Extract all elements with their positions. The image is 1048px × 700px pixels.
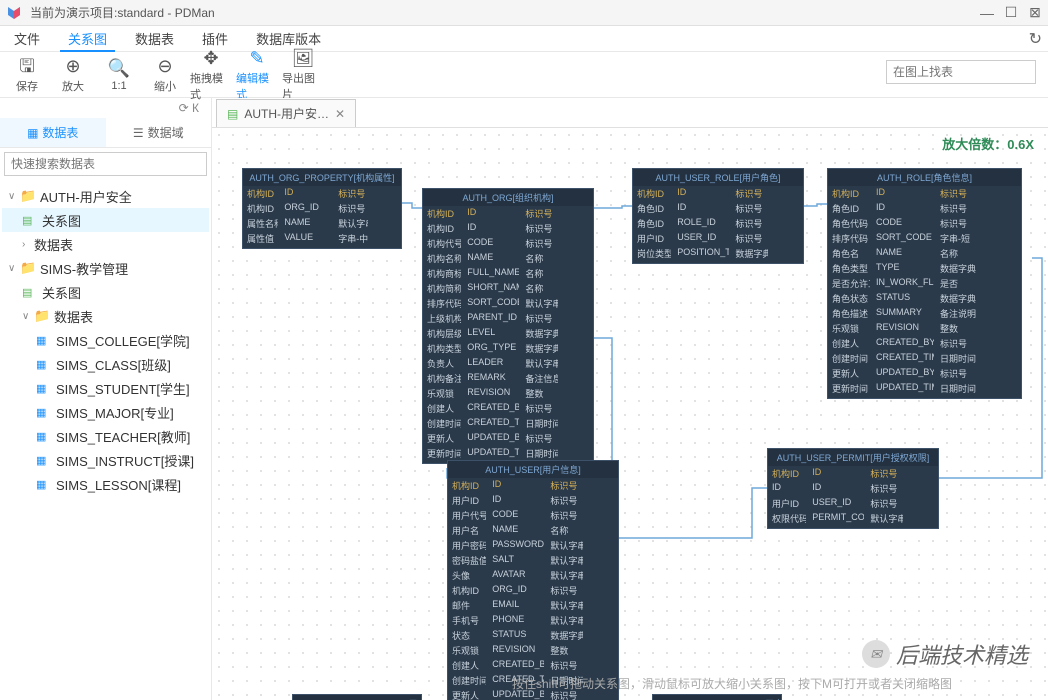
tool-edit[interactable]: ✎编辑模式 <box>236 48 278 102</box>
entity-auth-user-behavior[interactable]: AUTH_USER_BEHAVIOR[用户行为] <box>652 694 782 700</box>
tool-zoomin[interactable]: ⊕放大 <box>52 56 94 94</box>
canvas-search-input[interactable] <box>886 60 1036 84</box>
entity-auth-user-property[interactable]: AUTH_USER_PROPERTY[用户属性] <box>292 694 422 700</box>
export-icon: 🖼 <box>292 48 315 68</box>
table-icon: ▦ <box>36 358 52 371</box>
tool-save[interactable]: 🖫保存 <box>6 56 48 94</box>
document-tab[interactable]: ▤ AUTH-用户安… ✕ <box>216 99 356 127</box>
table-icon: ▦ <box>36 382 52 395</box>
watermark: ✉ 后端技术精选 <box>862 638 1028 670</box>
side-tab-tables[interactable]: ▦数据表 <box>0 118 106 147</box>
drag-icon: ✥ <box>203 48 218 68</box>
titlebar: 当前为演示项目:standard - PDMan — ☐ ⊠ <box>0 0 1048 26</box>
entity-auth-user-permit[interactable]: AUTH_USER_PERMIT[用户授权权限]机构IDID标识号IDID标识号… <box>767 448 939 529</box>
tree-item[interactable]: ▦SIMS_CLASS[班级] <box>2 352 209 376</box>
menu-table[interactable]: 数据表 <box>127 25 182 52</box>
folder-icon: 📁 <box>34 308 50 324</box>
tree-item[interactable]: ▦SIMS_INSTRUCT[授课] <box>2 448 209 472</box>
tree-module-auth[interactable]: ∨📁AUTH-用户安全 <box>2 184 209 208</box>
tree-sims-diagram[interactable]: ▤关系图 <box>2 280 209 304</box>
zoomout-icon: ⊖ <box>157 56 172 76</box>
folder-icon: 📁 <box>20 260 36 276</box>
diagram-icon: ▤ <box>227 107 238 121</box>
document-tabs: ▤ AUTH-用户安… ✕ <box>212 98 1048 128</box>
table-icon: ▦ <box>36 478 52 491</box>
minimize-button[interactable]: — <box>980 6 994 20</box>
tree-item[interactable]: ▦SIMS_STUDENT[学生] <box>2 376 209 400</box>
grid-icon: ▦ <box>27 126 38 140</box>
tree-item[interactable]: ▦SIMS_TEACHER[教师] <box>2 424 209 448</box>
close-button[interactable]: ⊠ <box>1028 6 1042 20</box>
tool-export[interactable]: 🖼导出图片 <box>282 48 324 102</box>
tree-item[interactable]: ▦SIMS_COLLEGE[学院] <box>2 328 209 352</box>
tool-zoom11[interactable]: 🔍1:1 <box>98 58 140 92</box>
entity-auth-org[interactable]: AUTH_ORG[组织机构]机构IDID标识号机构IDID标识号机构代号CODE… <box>422 188 594 464</box>
save-icon: 🖫 <box>19 56 34 76</box>
domain-icon: ☰ <box>133 126 144 140</box>
entity-auth-role[interactable]: AUTH_ROLE[角色信息]机构IDID标识号角色IDID标识号角色代码COD… <box>827 168 1022 399</box>
wechat-icon: ✉ <box>862 640 890 668</box>
sidebar: ⟳ К ▦数据表 ☰数据域 ∨📁AUTH-用户安全 ▤关系图 ›数据表 ∨📁SI… <box>0 98 212 700</box>
maximize-button[interactable]: ☐ <box>1004 6 1018 20</box>
zoom-indicator: 放大倍数：0.6X <box>942 134 1034 153</box>
tree: ∨📁AUTH-用户安全 ▤关系图 ›数据表 ∨📁SIMS-教学管理 ▤关系图 ∨… <box>0 180 211 500</box>
entity-auth-org-property[interactable]: AUTH_ORG_PROPERTY[机构属性]机构IDID标识号机构IDORG_… <box>242 168 402 249</box>
window-title: 当前为演示项目:standard - PDMan <box>30 4 215 21</box>
diagram-icon: ▤ <box>22 214 38 227</box>
table-icon: ▦ <box>36 406 52 419</box>
menu-diagram[interactable]: 关系图 <box>60 25 115 52</box>
tree-module-sims[interactable]: ∨📁SIMS-教学管理 <box>2 256 209 280</box>
sidebar-refresh[interactable]: ⟳ К <box>0 98 211 118</box>
canvas-search <box>886 60 1036 84</box>
diagram-icon: ▤ <box>22 286 38 299</box>
zoom11-icon: 🔍 <box>108 58 130 78</box>
zoomin-icon: ⊕ <box>65 56 80 76</box>
canvas-hint: 按住shift可拖动关系图，滑动鼠标可放大缩小关系图，按下M可打开或者关闭缩略图 <box>512 675 952 692</box>
table-icon: ▦ <box>36 334 52 347</box>
tree-auth-diagram[interactable]: ▤关系图 <box>2 208 209 232</box>
tool-zoomout[interactable]: ⊖缩小 <box>144 56 186 94</box>
er-canvas[interactable]: 放大倍数：0.6X AUTH_ORG_PROPERTY[机构属性]机构IDID标… <box>212 128 1048 700</box>
entity-auth-user[interactable]: AUTH_USER[用户信息]机构IDID标识号用户IDID标识号用户代号COD… <box>447 460 619 700</box>
tool-drag[interactable]: ✥拖拽模式 <box>190 48 232 102</box>
folder-icon: 📁 <box>20 188 36 204</box>
table-icon: ▦ <box>36 454 52 467</box>
app-logo-icon <box>6 5 22 21</box>
menubar: 文件 关系图 数据表 插件 数据库版本 ↻ <box>0 26 1048 52</box>
toolbar: 🖫保存 ⊕放大 🔍1:1 ⊖缩小 ✥拖拽模式 ✎编辑模式 🖼导出图片 <box>0 52 1048 98</box>
table-icon: ▦ <box>36 430 52 443</box>
tree-item[interactable]: ▦SIMS_LESSON[课程] <box>2 472 209 496</box>
menu-file[interactable]: 文件 <box>6 25 48 52</box>
side-tab-domain[interactable]: ☰数据域 <box>106 118 212 147</box>
edit-icon: ✎ <box>249 48 264 68</box>
canvas-area: ▤ AUTH-用户安… ✕ 放大倍数：0.6X AUTH_ORG_PROPERT… <box>212 98 1048 700</box>
tab-close-icon[interactable]: ✕ <box>335 107 345 121</box>
tree-item[interactable]: ▦SIMS_MAJOR[专业] <box>2 400 209 424</box>
tree-auth-tables[interactable]: ›数据表 <box>2 232 209 256</box>
sidebar-search-input[interactable] <box>4 152 207 176</box>
entity-auth-user-role[interactable]: AUTH_USER_ROLE[用户角色]机构IDID标识号角色IDID标识号角色… <box>632 168 804 264</box>
refresh-icon[interactable]: ↻ <box>1029 29 1042 49</box>
tree-sims-tables[interactable]: ∨📁数据表 <box>2 304 209 328</box>
